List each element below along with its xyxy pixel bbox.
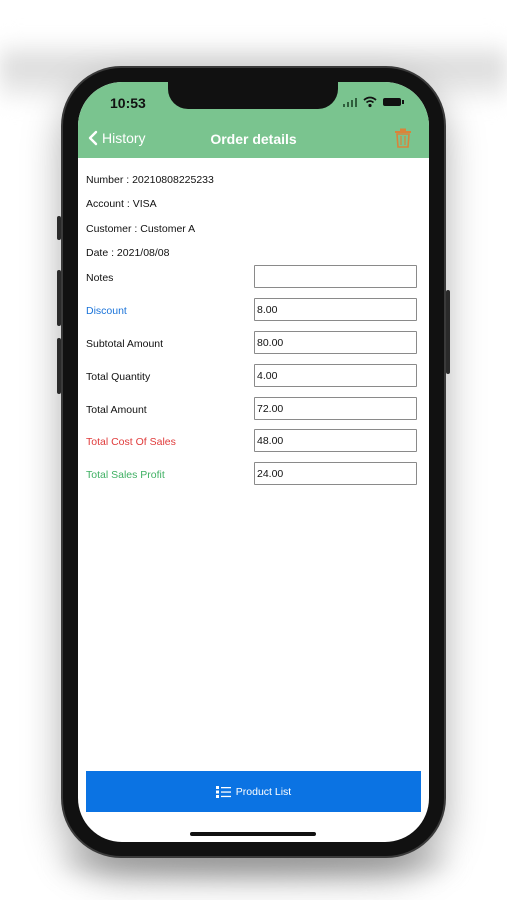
notes-label: Notes (86, 272, 114, 284)
total-quantity-field[interactable] (254, 364, 417, 387)
battery-icon (383, 98, 404, 106)
discount-field[interactable] (254, 298, 417, 321)
power-button (446, 290, 450, 374)
order-customer: Customer : Customer A (86, 223, 196, 235)
subtotal-amount-field[interactable] (254, 331, 417, 354)
total-cost-of-sales-label: Total Cost Of Sales (86, 436, 176, 448)
discount-label: Discount (86, 305, 127, 317)
navigation-header: 10:53 History Order details (78, 82, 429, 158)
subtotal-amount-label: Subtotal Amount (86, 338, 164, 350)
product-list-button[interactable]: Product List (86, 771, 421, 812)
wifi-icon (363, 96, 377, 108)
mute-switch (57, 216, 61, 240)
volume-down-button (57, 338, 61, 394)
order-number: Number : 20210808225233 (86, 174, 214, 186)
total-quantity-label: Total Quantity (86, 371, 151, 383)
notes-field[interactable] (254, 265, 417, 288)
total-sales-profit-field[interactable] (254, 462, 417, 485)
trash-icon[interactable] (394, 128, 412, 148)
total-amount-field[interactable] (254, 397, 417, 420)
list-icon (215, 785, 231, 798)
status-time: 10:53 (110, 95, 146, 111)
status-icons (343, 96, 404, 108)
page-title: Order details (210, 131, 297, 147)
app-screen: 10:53 History Order details Number: 202… (78, 82, 429, 842)
order-account: Account : VISA (86, 198, 157, 210)
home-indicator[interactable] (190, 832, 316, 836)
product-list-button-label: Product List (235, 785, 292, 798)
total-amount-label: Total Amount (86, 404, 147, 416)
total-cost-of-sales-field[interactable] (254, 429, 417, 452)
total-sales-profit-label: Total Sales Profit (86, 469, 165, 481)
volume-up-button (57, 270, 61, 326)
order-date: Date : 2021/08/08 (86, 247, 170, 259)
signal-icon (343, 97, 357, 107)
device-notch (168, 82, 338, 109)
